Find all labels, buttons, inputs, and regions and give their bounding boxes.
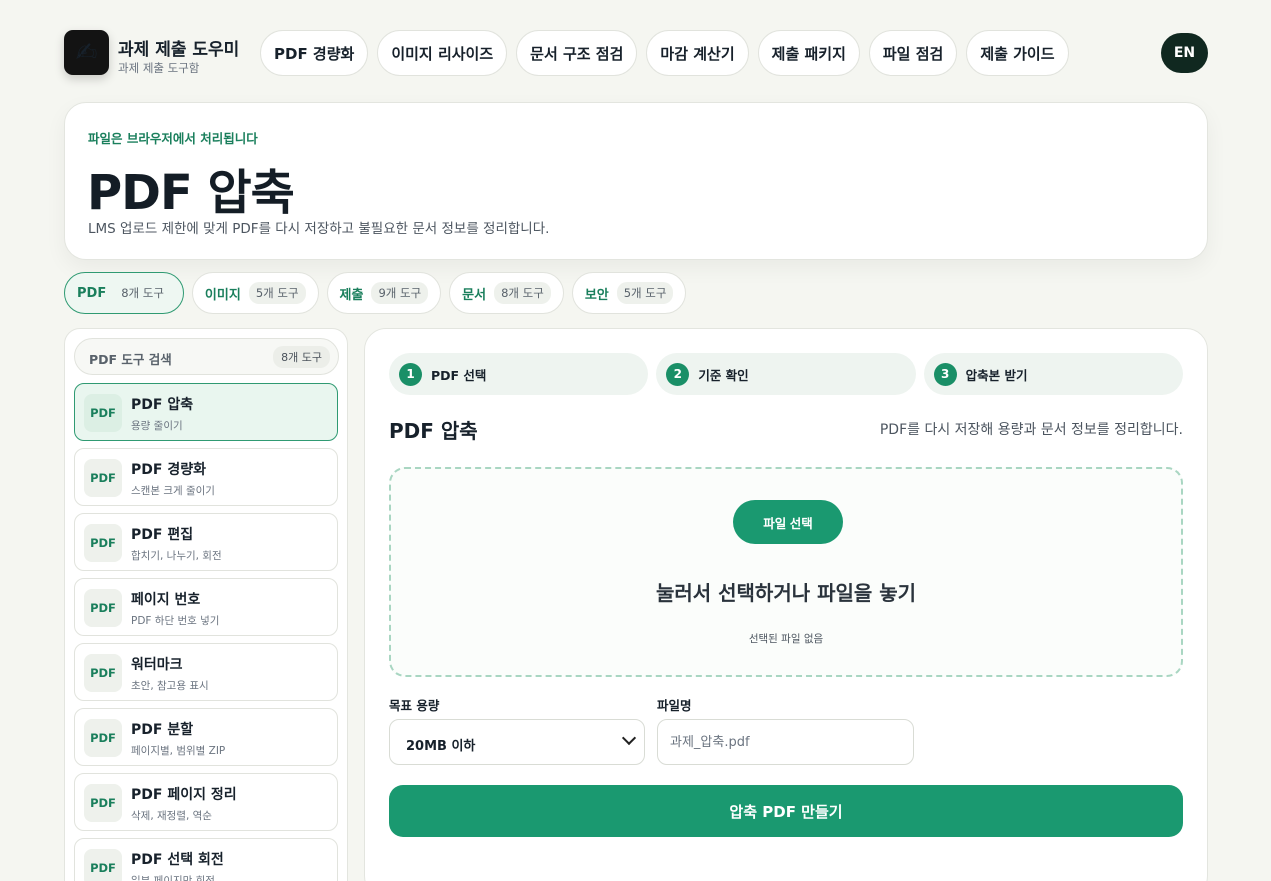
- target-size-select[interactable]: 20MB 이하: [389, 719, 645, 765]
- step-number: 3: [933, 362, 957, 386]
- brand-subtitle: 과제 제출 도구함: [118, 61, 200, 75]
- category-tab-count: 9개 도구: [371, 282, 429, 304]
- main-nav: PDF 경량화 이미지 리사이즈 문서 구조 점검 마감 계산기 제출 패키지 …: [260, 30, 1069, 76]
- tool-item-pdf-lite[interactable]: PDF PDF 경량화 스캔본 크게 줄이기: [74, 448, 338, 506]
- category-tab-label: 이미지: [204, 287, 241, 303]
- nav-item-deadline-calc[interactable]: 마감 계산기: [646, 30, 749, 76]
- nav-item-doc-structure[interactable]: 문서 구조 점검: [516, 30, 638, 76]
- chevron-down-icon: [621, 730, 637, 746]
- step-label: 압축본 받기: [965, 367, 1028, 383]
- tool-desc: 페이지별, 범위별 ZIP: [131, 745, 226, 757]
- tool-desc: PDF 하단 번호 넣기: [131, 615, 220, 627]
- tool-name: 워터마크: [131, 657, 183, 673]
- writing-hand-icon: ✍: [75, 37, 98, 68]
- tool-desc: 스캔본 크게 줄이기: [131, 485, 215, 497]
- nav-item-submit-package[interactable]: 제출 패키지: [757, 30, 860, 76]
- tool-desc: 합치기, 나누기, 회전: [131, 550, 222, 562]
- category-tab-count: 8개 도구: [494, 282, 551, 304]
- tool-item-watermark[interactable]: PDF 워터마크 초안, 참고용 표시: [74, 643, 338, 701]
- tool-name: PDF 페이지 정리: [131, 787, 237, 803]
- dropzone-instruction: 눌러서 선택하거나 파일을 놓기: [655, 581, 917, 605]
- panel-title: PDF 압축: [389, 419, 478, 443]
- tool-name: PDF 분할: [131, 722, 194, 738]
- search-count-badge: 8개 도구: [273, 346, 330, 368]
- nav-item-pdf-lite[interactable]: PDF 경량화: [260, 30, 369, 76]
- tool-name: PDF 경량화: [131, 462, 206, 478]
- filename-label: 파일명: [657, 698, 692, 713]
- tool-panel: 1 PDF 선택 2 기준 확인 3 압축본 받기 PDF 압축 PDF를 다시…: [364, 328, 1208, 881]
- filename-input[interactable]: [657, 719, 914, 765]
- tool-item-page-number[interactable]: PDF 페이지 번호 PDF 하단 번호 넣기: [74, 578, 338, 636]
- step-download: 3 압축본 받기: [923, 353, 1183, 395]
- tool-list: PDF PDF 압축 용량 줄이기 PDF PDF 경량화 스캔본 크게 줄이기…: [74, 383, 338, 881]
- search-placeholder: PDF 도구 검색: [89, 352, 172, 367]
- target-size-value: 20MB 이하: [406, 739, 476, 754]
- nav-item-file-check[interactable]: 파일 점검: [868, 30, 958, 76]
- category-tab-count: 8개 도구: [121, 286, 164, 300]
- tool-name: 페이지 번호: [131, 592, 201, 608]
- panel-description: PDF를 다시 저장해 용량과 문서 정보를 정리합니다.: [879, 422, 1183, 438]
- category-tab-pdf[interactable]: PDF 8개 도구: [64, 272, 184, 314]
- category-tab-label: 보안: [584, 287, 609, 303]
- tool-desc: 용량 줄이기: [131, 420, 183, 432]
- pdf-badge-icon: PDF: [84, 784, 122, 822]
- step-label: 기준 확인: [698, 367, 749, 383]
- language-toggle-button[interactable]: EN: [1161, 33, 1208, 73]
- pdf-badge-icon: PDF: [84, 654, 122, 692]
- step-number: 2: [666, 362, 690, 386]
- category-tab-count: 5개 도구: [616, 282, 674, 304]
- page-description: LMS 업로드 제한에 맞게 PDF를 다시 저장하고 불필요한 문서 정보를 …: [88, 221, 550, 237]
- tool-sidebar: PDF 도구 검색 8개 도구 PDF PDF 압축 용량 줄이기 PDF PD…: [64, 328, 348, 881]
- pdf-badge-icon: PDF: [84, 459, 122, 497]
- step-label: PDF 선택: [431, 367, 487, 383]
- nav-item-submit-guide[interactable]: 제출 가이드: [966, 30, 1069, 76]
- category-tab-submit[interactable]: 제출 9개 도구: [326, 272, 442, 314]
- file-status: 선택된 파일 없음: [748, 633, 824, 645]
- page-title: PDF 압축: [87, 165, 295, 221]
- tool-desc: 삭제, 재정렬, 역순: [131, 810, 212, 822]
- pdf-badge-icon: PDF: [84, 394, 122, 432]
- tool-name: PDF 선택 회전: [131, 852, 224, 868]
- category-tab-image[interactable]: 이미지 5개 도구: [191, 272, 319, 314]
- step-select-pdf: 1 PDF 선택: [389, 353, 649, 395]
- tool-item-pdf-split[interactable]: PDF PDF 분할 페이지별, 범위별 ZIP: [74, 708, 338, 766]
- category-tab-label: 제출: [339, 287, 364, 303]
- step-indicator: 1 PDF 선택 2 기준 확인 3 압축본 받기: [389, 353, 1183, 395]
- category-tab-security[interactable]: 보안 5개 도구: [571, 272, 687, 314]
- nav-item-image-resize[interactable]: 이미지 리사이즈: [377, 30, 508, 76]
- select-file-button[interactable]: 파일 선택: [733, 500, 843, 544]
- category-tab-label: PDF: [77, 285, 107, 301]
- tool-desc: 초안, 참고용 표시: [131, 680, 209, 692]
- category-tab-document[interactable]: 문서 8개 도구: [449, 272, 564, 314]
- tool-item-pdf-edit[interactable]: PDF PDF 편집 합치기, 나누기, 회전: [74, 513, 338, 571]
- hero-eyebrow: 파일은 브라우저에서 처리됩니다: [88, 131, 258, 146]
- tool-name: PDF 압축: [131, 397, 194, 413]
- tool-item-pdf-pages[interactable]: PDF PDF 페이지 정리 삭제, 재정렬, 역순: [74, 773, 338, 831]
- brand-title[interactable]: 과제 제출 도우미: [118, 35, 239, 60]
- tool-name: PDF 편집: [131, 527, 194, 543]
- pdf-badge-icon: PDF: [84, 719, 122, 757]
- tool-item-pdf-rotate[interactable]: PDF PDF 선택 회전 일부 페이지만 회전: [74, 838, 338, 881]
- tool-item-pdf-compress[interactable]: PDF PDF 압축 용량 줄이기: [74, 383, 338, 441]
- category-tab-label: 문서: [462, 287, 487, 303]
- hero-card: 파일은 브라우저에서 처리됩니다 PDF 압축 LMS 업로드 제한에 맞게 P…: [64, 102, 1208, 260]
- category-tab-count: 5개 도구: [248, 282, 306, 304]
- create-compressed-pdf-button[interactable]: 압축 PDF 만들기: [389, 785, 1183, 837]
- pdf-badge-icon: PDF: [84, 524, 122, 562]
- tool-search-input[interactable]: PDF 도구 검색 8개 도구: [74, 338, 339, 375]
- top-bar: ✍ 과제 제출 도우미 과제 제출 도구함 PDF 경량화 이미지 리사이즈 문…: [64, 30, 1208, 76]
- file-dropzone[interactable]: 파일 선택 눌러서 선택하거나 파일을 놓기 선택된 파일 없음: [389, 467, 1183, 677]
- tool-desc: 일부 페이지만 회전: [131, 875, 215, 881]
- step-check-criteria: 2 기준 확인: [656, 353, 916, 395]
- category-tabs: PDF 8개 도구 이미지 5개 도구 제출 9개 도구 문서 8개 도구 보안…: [64, 272, 687, 314]
- target-size-label: 목표 용량: [389, 698, 440, 713]
- pdf-badge-icon: PDF: [84, 849, 122, 881]
- pdf-badge-icon: PDF: [84, 589, 122, 627]
- app-logo[interactable]: ✍: [64, 30, 109, 75]
- step-number: 1: [399, 362, 422, 386]
